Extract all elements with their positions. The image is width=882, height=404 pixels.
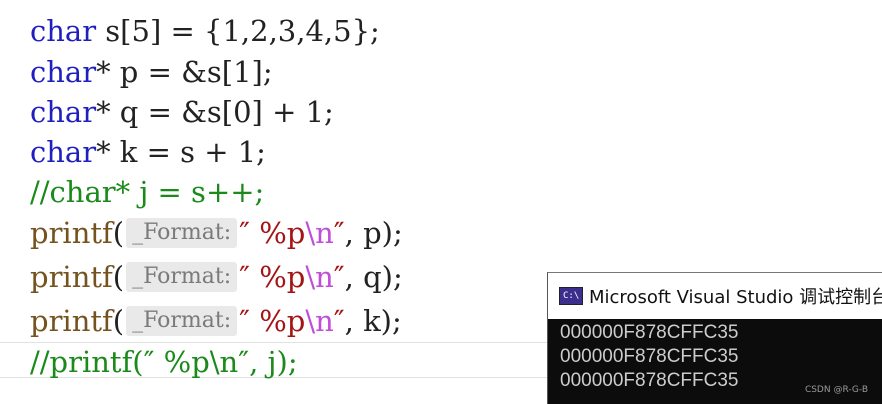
- console-app-icon: C:\: [559, 287, 583, 305]
- code-comment: //printf(″ %p\n″, j);: [30, 345, 298, 379]
- code-text: * p = &s[1];: [96, 55, 273, 89]
- code-line-5[interactable]: //char* j = s++;: [30, 172, 264, 212]
- code-text: , p);: [344, 216, 403, 250]
- console-icon-glyph: C:\: [563, 291, 580, 301]
- code-line-4[interactable]: char* k = s + 1;: [30, 132, 266, 172]
- code-text: , q);: [344, 260, 403, 294]
- console-output-line: 000000F878CFFC35: [560, 346, 739, 367]
- keyword: char: [30, 14, 97, 48]
- inlay-parameter-hint: _Format:: [126, 306, 238, 336]
- console-output-line: 000000F878CFFC35: [560, 322, 739, 343]
- code-line-2[interactable]: char* p = &s[1];: [30, 52, 273, 92]
- code-comment: //char* j = s++;: [30, 175, 265, 209]
- code-text: (: [112, 260, 125, 294]
- code-text: (: [112, 216, 125, 250]
- code-line-1[interactable]: char s[5] = {1,2,3,4,5};: [30, 11, 380, 51]
- string-literal: ″ %p: [239, 260, 306, 294]
- inlay-parameter-hint: _Format:: [126, 262, 238, 292]
- watermark: CSDN @R-G-B: [804, 385, 868, 395]
- code-text: * k = s + 1;: [96, 135, 266, 169]
- keyword: char: [30, 135, 97, 169]
- string-literal: ″ %p: [239, 216, 306, 250]
- code-text: s[5] = {1,2,3,4,5};: [96, 14, 380, 48]
- function-name: printf: [30, 216, 113, 250]
- code-line-8[interactable]: printf(_Format: ″ %p\n″, k);: [30, 301, 402, 341]
- string-literal: ″: [333, 216, 345, 250]
- code-line-7[interactable]: printf(_Format: ″ %p\n″, q);: [30, 257, 403, 297]
- string-literal: ″: [333, 260, 345, 294]
- keyword: char: [30, 95, 97, 129]
- escape-sequence: \n: [305, 304, 334, 338]
- code-line-9[interactable]: //printf(″ %p\n″, j);: [30, 342, 298, 382]
- code-text: (: [112, 304, 125, 338]
- escape-sequence: \n: [305, 260, 334, 294]
- function-name: printf: [30, 260, 113, 294]
- code-line-6[interactable]: printf(_Format: ″ %p\n″, p);: [30, 213, 403, 253]
- escape-sequence: \n: [305, 216, 334, 250]
- console-title-bar[interactable]: C:\ Microsoft Visual Studio 调试控制台: [548, 273, 882, 319]
- code-text: , k);: [344, 304, 402, 338]
- code-text: * q = &s[0] + 1;: [96, 95, 334, 129]
- console-output[interactable]: 000000F878CFFC35 000000F878CFFC35 000000…: [548, 319, 882, 393]
- string-literal: ″: [333, 304, 345, 338]
- keyword: char: [30, 55, 97, 89]
- code-line-3[interactable]: char* q = &s[0] + 1;: [30, 92, 334, 132]
- string-literal: ″ %p: [239, 304, 306, 338]
- console-title: Microsoft Visual Studio 调试控制台: [589, 287, 882, 308]
- inlay-parameter-hint: _Format:: [126, 218, 238, 248]
- function-name: printf: [30, 304, 113, 338]
